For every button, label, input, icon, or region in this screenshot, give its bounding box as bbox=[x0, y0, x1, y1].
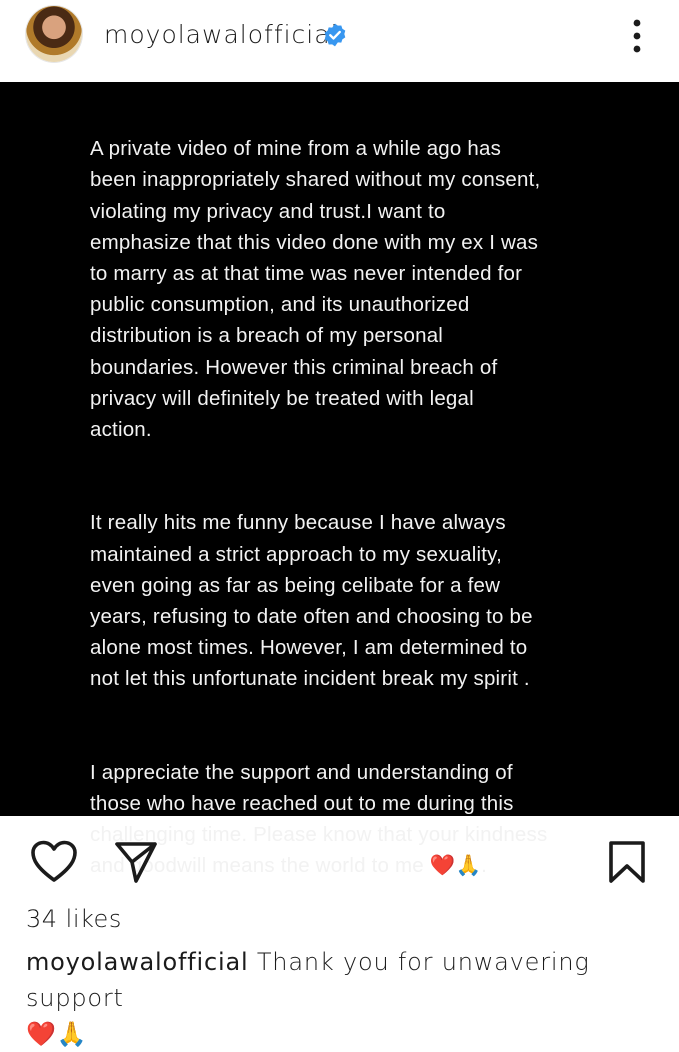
caption-username[interactable]: moyolawalofficial bbox=[26, 948, 248, 976]
more-options-icon[interactable] bbox=[622, 16, 652, 56]
heart-icon[interactable] bbox=[30, 840, 78, 884]
post-text: A private video of mine from a while ago… bbox=[90, 102, 610, 944]
action-bar bbox=[0, 830, 679, 890]
post-header: moyolawalofficial bbox=[0, 0, 679, 80]
post-paragraph-1: A private video of mine from a while ago… bbox=[90, 137, 541, 442]
post-paragraph-2: It really hits me funny because I have a… bbox=[90, 511, 533, 691]
bookmark-icon[interactable] bbox=[607, 840, 647, 884]
like-count[interactable]: 34 likes bbox=[26, 905, 122, 933]
caption: moyolawalofficial Thank you for unwaveri… bbox=[26, 944, 666, 1052]
verified-badge-icon bbox=[324, 23, 346, 47]
username[interactable]: moyolawalofficial bbox=[104, 20, 339, 49]
caption-emoji: ❤️🙏 bbox=[26, 1020, 88, 1048]
avatar[interactable] bbox=[26, 6, 82, 62]
send-icon[interactable] bbox=[114, 840, 158, 884]
